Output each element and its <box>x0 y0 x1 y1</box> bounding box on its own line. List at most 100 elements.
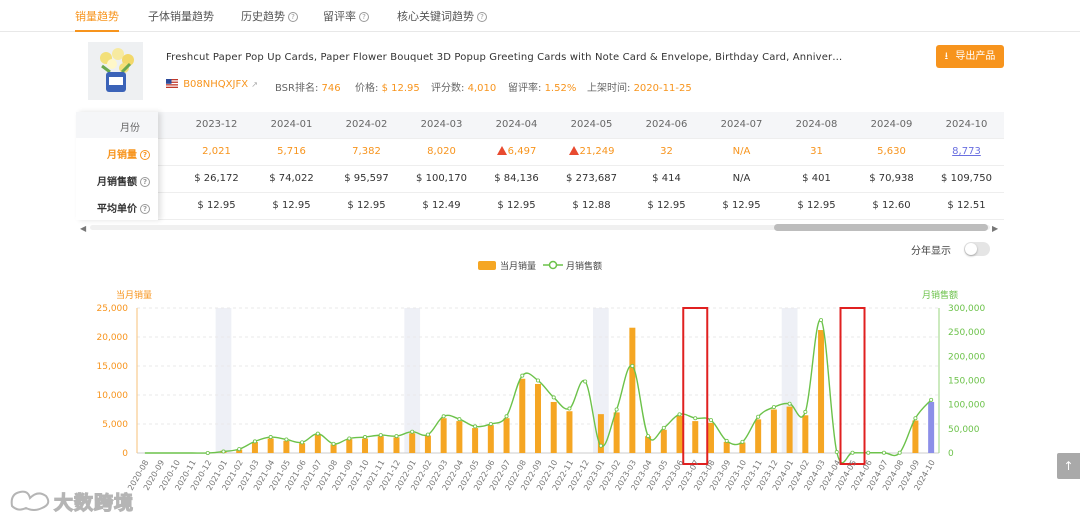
warning-icon[interactable] <box>496 146 507 155</box>
monthly-sales-cell-text: 8,020 <box>427 146 456 157</box>
monthly-sales-cell-text: 8,773 <box>952 146 981 157</box>
month-header-cell: 2024-09 <box>854 119 929 130</box>
bsr-meta: BSR排名: 746 <box>275 79 341 94</box>
monthly-sales-cell-text: N/A <box>732 146 751 157</box>
avg-price-cell-text: $ 12.95 <box>347 200 386 211</box>
revenue-point <box>708 418 713 423</box>
table-horizontal-scrollbar[interactable]: ◀ ▶ <box>76 223 1004 233</box>
sales-bar <box>692 421 699 453</box>
sales-bar <box>613 412 620 453</box>
help-icon[interactable]: ? <box>477 12 487 22</box>
arrow-up-icon: ↑ <box>1063 459 1074 473</box>
left-axis-tick-label: 5,000 <box>102 420 128 430</box>
back-to-top-button[interactable]: ↑ <box>1057 453 1080 479</box>
right-axis-tick-label: 200,000 <box>948 352 985 362</box>
row-divider <box>76 192 1004 193</box>
revenue-point <box>819 318 824 323</box>
month-header-cell-text: 2024-01 <box>270 119 313 130</box>
monthly-sales-cell-text: 5,716 <box>277 146 306 157</box>
scroll-left-icon[interactable]: ◀ <box>80 224 86 233</box>
revenue-point <box>394 434 399 439</box>
launch-label: 上架时间: <box>587 83 631 94</box>
download-icon: ⭳ <box>944 51 949 62</box>
tab-child-sales-trend[interactable]: 子体销量趋势 <box>148 8 214 24</box>
revenue-point <box>504 414 509 419</box>
avg-price-cell-text: $ 12.95 <box>497 200 536 211</box>
monthly-revenue-cell: $ 414 <box>629 173 704 184</box>
help-icon[interactable]: ? <box>288 12 298 22</box>
asin-link[interactable]: B08NHQXJFX <box>183 79 248 90</box>
export-product-button[interactable]: ⭳ 导出产品 <box>936 45 1004 68</box>
product-image[interactable] <box>88 42 143 100</box>
sales-bar <box>362 438 369 453</box>
tab-sales-trend[interactable]: 销量趋势 <box>75 8 119 24</box>
avg-price-cell-text: $ 12.95 <box>647 200 686 211</box>
watermark-logo: 大数跨境 <box>8 486 148 515</box>
sales-bar <box>377 436 384 453</box>
legend-monthly-sales[interactable]: 当月销量 <box>500 259 536 272</box>
tab-history-trend[interactable]: 历史趋势? <box>241 8 298 24</box>
tab-label: 销量趋势 <box>75 10 119 23</box>
asin-row: B08NHQXJFX ↗ <box>166 79 258 90</box>
revenue-point <box>268 435 273 440</box>
avg-price-cell-text: $ 12.95 <box>722 200 761 211</box>
help-icon[interactable]: ? <box>140 204 150 214</box>
scrollbar-thumb[interactable] <box>774 224 988 231</box>
sales-bar <box>393 437 400 453</box>
year-display-toggle[interactable] <box>964 242 990 256</box>
revenue-point <box>473 424 478 429</box>
revenue-point <box>583 379 588 384</box>
month-header-cell-text: 2024-09 <box>870 119 913 130</box>
revenue-point <box>300 440 305 445</box>
sales-bar <box>487 425 494 453</box>
sales-bar <box>629 327 636 453</box>
table-header-cell <box>76 112 158 138</box>
revenue-point <box>457 417 462 422</box>
sales-trend-chart: 0 5,000 10,000 15,000 20,000 25,000 0 50,000 100… <box>97 304 986 492</box>
month-header: 月份 <box>120 123 140 134</box>
help-icon[interactable]: ? <box>359 12 369 22</box>
monthly-sales-cell: 7,382 <box>329 146 404 157</box>
avg-price-cell: $ 12.60 <box>854 200 929 211</box>
monthly-sales-label: 月销量? <box>107 146 150 161</box>
warning-icon[interactable] <box>568 146 579 155</box>
revenue-point <box>881 450 886 455</box>
product-title[interactable]: Freshcut Paper Pop Up Cards, Paper Flowe… <box>166 52 846 63</box>
monthly-revenue-cell-text: $ 414 <box>652 173 681 184</box>
sales-bar <box>786 406 793 453</box>
month-header-cell: 2024-01 <box>254 119 329 130</box>
external-link-icon[interactable]: ↗ <box>251 80 258 89</box>
revenue-point <box>520 373 525 378</box>
monthly-revenue-cell: $ 74,022 <box>254 173 329 184</box>
monthly-sales-cell-text: 7,382 <box>352 146 381 157</box>
revenue-point <box>834 450 839 455</box>
help-icon[interactable]: ? <box>140 177 150 187</box>
bsr-label: BSR排名: <box>275 83 319 94</box>
monthly-sales-cell-text: 32 <box>660 146 673 157</box>
legend-sales-swatch <box>478 261 496 270</box>
avg-price-cell: $ 12.95 <box>179 200 254 211</box>
legend-monthly-revenue[interactable]: 月销售额 <box>566 259 602 272</box>
monthly-sales-cell[interactable]: 8,773 <box>929 146 1004 157</box>
monthly-revenue-cell-text: $ 74,022 <box>269 173 314 184</box>
sales-bar <box>739 442 746 453</box>
right-axis-tick-label: 150,000 <box>948 377 985 387</box>
tab-keyword-trend[interactable]: 核心关键词趋势? <box>397 8 487 24</box>
sales-bar <box>928 401 935 453</box>
monthly-sales-label-text: 月销量 <box>107 150 137 161</box>
monthly-sales-cell-text: 2,021 <box>202 146 231 157</box>
right-axis-tick-label: 100,000 <box>948 401 985 411</box>
revenue-point <box>378 433 383 438</box>
scroll-right-icon[interactable]: ▶ <box>992 224 998 233</box>
active-tab-indicator <box>75 30 119 32</box>
revenue-point <box>693 416 698 421</box>
help-icon[interactable]: ? <box>140 150 150 160</box>
sales-bar <box>503 418 510 453</box>
sales-bar <box>802 415 809 453</box>
avg-price-cell-text: $ 12.49 <box>422 200 461 211</box>
month-header-cell: 2024-03 <box>404 119 479 130</box>
price-label: 价格: <box>355 83 379 94</box>
sales-bar <box>676 415 683 453</box>
avg-price-cell: $ 12.88 <box>554 200 629 211</box>
tab-review-rate[interactable]: 留评率? <box>323 8 369 24</box>
